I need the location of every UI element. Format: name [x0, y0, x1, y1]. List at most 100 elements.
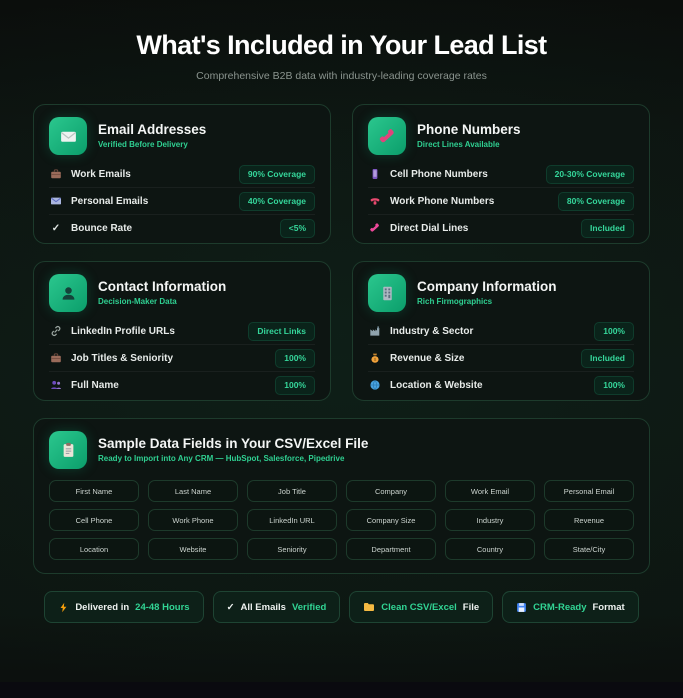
- feature-row: Work Phone Numbers 80% Coverage: [368, 187, 634, 214]
- badge-text: All Emails: [240, 601, 286, 613]
- card-subtitle: Ready to Import into Any CRM — HubSpot, …: [98, 454, 345, 464]
- feature-label: Bounce Rate: [71, 222, 133, 234]
- field-chip: LinkedIn URL: [247, 509, 337, 531]
- field-chip: Company Size: [346, 509, 436, 531]
- coverage-badge: 40% Coverage: [238, 191, 315, 211]
- feature-row: Full Name 100%: [49, 371, 315, 398]
- feature-label: Direct Dial Lines: [390, 222, 469, 234]
- feature-label: Cell Phone Numbers: [390, 168, 488, 180]
- badge-highlight: Verified: [291, 601, 327, 613]
- field-chip: Country: [445, 538, 535, 560]
- coverage-badge: 100%: [275, 375, 315, 395]
- field-chip: First Name: [49, 480, 139, 502]
- feature-row: Direct Dial Lines Included: [368, 214, 634, 241]
- coverage-badge: 20-30% Coverage: [545, 164, 634, 184]
- person-icon: [49, 274, 87, 312]
- badge-text: File: [462, 601, 480, 613]
- feature-label: Work Emails: [71, 168, 131, 180]
- field-chip: Website: [148, 538, 238, 560]
- field-chip: Last Name: [148, 480, 238, 502]
- badge-highlight: Clean CSV/Excel: [381, 601, 457, 613]
- field-chip: Revenue: [544, 509, 634, 531]
- field-chip: Job Title: [247, 480, 337, 502]
- card-subtitle: Rich Firmographics: [417, 297, 493, 307]
- mobile-phone-icon: [368, 168, 382, 180]
- card-title: Sample Data Fields in Your CSV/Excel Fil…: [98, 435, 369, 451]
- feature-label: Personal Emails: [71, 195, 149, 207]
- feature-label: Full Name: [71, 379, 119, 391]
- coverage-badge: 100%: [594, 375, 634, 395]
- field-chip: Industry: [445, 509, 535, 531]
- coverage-badge: 80% Coverage: [557, 191, 634, 211]
- feature-row: $ Revenue & Size Included: [368, 344, 634, 371]
- floppy-icon: [516, 602, 527, 613]
- briefcase-icon: [49, 352, 63, 364]
- badge-clean-file: Clean CSV/Excel File: [349, 591, 494, 623]
- coverage-badge: Included: [581, 348, 634, 368]
- badge-highlight: 24-48 Hours: [135, 601, 190, 613]
- feature-card-grid: Email Addresses Verified Before Delivery…: [33, 104, 650, 401]
- card-company-information: Company Information Rich Firmographics I…: [352, 261, 650, 401]
- card-sample-data-fields: Sample Data Fields in Your CSV/Excel Fil…: [33, 418, 650, 574]
- card-subtitle: Decision-Maker Data: [98, 297, 177, 307]
- feature-row: Cell Phone Numbers 20-30% Coverage: [368, 161, 634, 187]
- coverage-badge: Included: [581, 218, 634, 238]
- lightning-icon: [58, 602, 69, 613]
- feature-row: Industry & Sector 100%: [368, 318, 634, 344]
- briefcase-icon: [49, 168, 63, 180]
- coverage-badge: 90% Coverage: [238, 164, 315, 184]
- page-background: What's Included in Your Lead List Compre…: [0, 0, 683, 698]
- people-icon: [49, 379, 63, 391]
- check-icon: ✓: [51, 222, 61, 234]
- feature-row: LinkedIn Profile URLs Direct Links: [49, 318, 315, 344]
- feature-row: Job Titles & Seniority 100%: [49, 344, 315, 371]
- field-chip: Personal Email: [544, 480, 634, 502]
- feature-row: Personal Emails 40% Coverage: [49, 187, 315, 214]
- dial-phone-icon: [368, 222, 382, 234]
- badge-highlight: CRM-Ready: [533, 601, 587, 613]
- badge-text: Format: [592, 601, 625, 613]
- card-title: Email Addresses: [98, 121, 207, 137]
- svg-text:$: $: [374, 357, 377, 362]
- email-icon: [49, 195, 63, 207]
- field-chip: Work Email: [445, 480, 535, 502]
- feature-label: Work Phone Numbers: [390, 195, 495, 207]
- coverage-badge: Direct Links: [248, 321, 315, 341]
- telephone-icon: [368, 195, 382, 207]
- card-subtitle: Direct Lines Available: [417, 140, 500, 150]
- globe-icon: [368, 379, 382, 391]
- field-chip: Location: [49, 538, 139, 560]
- card-contact-information: Contact Information Decision-Maker Data …: [33, 261, 331, 401]
- field-chip: Department: [346, 538, 436, 560]
- badge-delivery-time: Delivered in 24-48 Hours: [44, 591, 204, 623]
- feature-label: Location & Website: [390, 379, 483, 391]
- phone-receiver-icon: [368, 117, 406, 155]
- field-chip: Company: [346, 480, 436, 502]
- link-icon: [49, 325, 63, 337]
- badge-emails-verified: ✓ All Emails Verified: [212, 591, 341, 623]
- coverage-badge: 100%: [275, 348, 315, 368]
- envelope-icon: [49, 117, 87, 155]
- card-title: Contact Information: [98, 278, 227, 294]
- building-icon: [368, 274, 406, 312]
- page-title: What's Included in Your Lead List: [136, 30, 547, 60]
- field-chip: Work Phone: [148, 509, 238, 531]
- coverage-badge: <5%: [279, 218, 315, 238]
- field-chip: State/City: [544, 538, 634, 560]
- field-chip-grid: First Name Last Name Job Title Company W…: [49, 480, 634, 560]
- feature-row: Location & Website 100%: [368, 371, 634, 398]
- field-chip: Seniority: [247, 538, 337, 560]
- check-icon: ✓: [226, 601, 235, 613]
- next-section-strip: [0, 682, 683, 698]
- card-title: Phone Numbers: [417, 121, 521, 137]
- feature-row: Work Emails 90% Coverage: [49, 161, 315, 187]
- card-title: Company Information: [417, 278, 557, 294]
- page-subtitle: Comprehensive B2B data with industry-lea…: [196, 70, 487, 82]
- feature-label: Revenue & Size: [390, 352, 465, 364]
- feature-label: LinkedIn Profile URLs: [71, 325, 175, 337]
- card-subtitle: Verified Before Delivery: [98, 140, 188, 150]
- feature-label: Industry & Sector: [390, 325, 474, 337]
- feature-row: ✓ Bounce Rate <5%: [49, 214, 315, 241]
- folder-icon: [363, 601, 375, 613]
- badge-crm-ready: CRM-Ready Format: [502, 591, 639, 623]
